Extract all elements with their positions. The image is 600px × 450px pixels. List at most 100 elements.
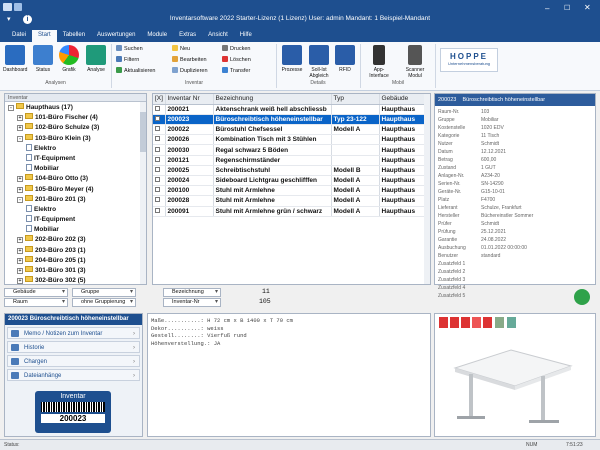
- menu-ansicht[interactable]: Ansicht: [202, 30, 234, 42]
- tree-node[interactable]: +301-Büro 301 (3): [8, 266, 146, 276]
- expand-icon[interactable]: +: [17, 186, 23, 193]
- menu-datei[interactable]: Datei: [6, 30, 32, 42]
- close-icon[interactable]: ✕: [584, 3, 591, 12]
- tab-historie[interactable]: Historie: [7, 341, 140, 354]
- collapse-icon[interactable]: -: [17, 196, 23, 203]
- tree-node[interactable]: +104-Büro Otto (3): [8, 174, 146, 184]
- table-row[interactable]: 200091 Stuhl mit Armlehne grün / schwarz M…: [153, 206, 427, 217]
- expand-icon[interactable]: +: [17, 125, 23, 132]
- tree-node[interactable]: +105-Büro Meyer (4): [8, 184, 146, 195]
- row-checkbox[interactable]: [153, 165, 166, 177]
- row-checkbox[interactable]: [153, 206, 166, 217]
- group-combo-ohne[interactable]: ohne Gruppierung: [72, 298, 136, 307]
- drucken-button[interactable]: Drucken: [222, 45, 250, 52]
- filtern-button[interactable]: Filtern: [116, 56, 139, 63]
- collapse-icon[interactable]: -: [17, 135, 23, 142]
- tab-dateianhaenge[interactable]: Dateianhänge: [7, 369, 140, 382]
- grafik-button[interactable]: Grafik: [58, 45, 80, 73]
- image-file-icon[interactable]: [495, 317, 504, 328]
- table-row[interactable]: 200024 Sideboard Lichtgrau geschlifffen Mo…: [153, 175, 427, 187]
- table-row[interactable]: 200021 Aktenschrank weiß hell abschliessb…: [153, 104, 427, 115]
- tab-memo[interactable]: Memo / Notizen zum Inventar: [7, 327, 140, 340]
- menu-hilfe[interactable]: Hilfe: [234, 30, 258, 42]
- rfid-button[interactable]: RFID: [334, 45, 356, 73]
- col-header-check[interactable]: [X]: [153, 94, 166, 105]
- table-row[interactable]: 200025 Schreibtischstuhl Modell B Haupthaus: [153, 165, 427, 177]
- expand-icon[interactable]: +: [17, 278, 23, 285]
- menu-tabellen[interactable]: Tabellen: [57, 30, 91, 42]
- row-checkbox[interactable]: [153, 195, 166, 207]
- collapse-icon[interactable]: -: [8, 105, 14, 111]
- menu-module[interactable]: Module: [141, 30, 173, 42]
- expand-icon[interactable]: +: [17, 268, 23, 274]
- tree-node[interactable]: - 201-Büro 201 (3): [8, 194, 146, 205]
- sort-combo-inventar-nr[interactable]: Inventar-Nr: [163, 298, 221, 307]
- menu-extras[interactable]: Extras: [173, 30, 202, 42]
- tree-node[interactable]: +202-Büro 202 (3): [8, 235, 146, 245]
- expand-icon[interactable]: +: [17, 257, 23, 264]
- expand-icon[interactable]: +: [17, 247, 23, 254]
- suchen-button[interactable]: Suchen: [116, 45, 143, 52]
- pdf-icon[interactable]: [450, 317, 459, 328]
- prozesse-button[interactable]: Prozesse: [280, 45, 304, 73]
- user-status-icon[interactable]: [574, 289, 590, 305]
- group-combo-raum[interactable]: Raum: [4, 298, 68, 307]
- tree-node[interactable]: IT-Equipment: [8, 153, 146, 164]
- soll-ist-button[interactable]: Soll-Ist Abgleich: [307, 45, 331, 79]
- row-checkbox[interactable]: [153, 175, 166, 187]
- table-row[interactable]: 200121 Regenschirmständer Haupthaus: [153, 155, 427, 166]
- tree-node[interactable]: +204-Büro 205 (1): [8, 255, 146, 266]
- table-row[interactable]: 200022 Bürostuhl Chefsessel Modell A Haupth…: [153, 124, 427, 136]
- transfer-button[interactable]: Transfer: [222, 67, 250, 74]
- tree-node[interactable]: - 103-Büro Klein (3): [8, 133, 146, 144]
- table-row[interactable]: 200023 Büroschreibtisch höheneinstellbar T…: [153, 114, 427, 126]
- tree-node[interactable]: +102-Büro Schulze (3): [8, 123, 146, 133]
- pdf-icon[interactable]: [461, 317, 470, 328]
- table-row[interactable]: 200100 Stuhl mit Armlehne Modell A Haupthau…: [153, 185, 427, 197]
- col-header-typ[interactable]: Typ: [331, 94, 380, 105]
- row-checkbox[interactable]: [153, 104, 166, 115]
- neu-button[interactable]: Neu: [172, 45, 190, 52]
- row-checkbox[interactable]: [153, 155, 166, 166]
- tree-node[interactable]: Elektro: [8, 204, 146, 215]
- qat-save-icon[interactable]: [14, 3, 22, 11]
- row-checkbox[interactable]: [153, 144, 166, 156]
- tree-node[interactable]: - Haupthaus (17): [8, 103, 146, 113]
- table-row[interactable]: 200028 Stuhl mit Armlehne Modell A Haupthau…: [153, 195, 427, 207]
- aktualisieren-button[interactable]: Aktualisieren: [116, 67, 156, 74]
- row-checkbox[interactable]: [153, 114, 166, 126]
- grid-scrollbar[interactable]: [424, 94, 430, 284]
- expand-icon[interactable]: +: [17, 115, 23, 122]
- tree-scrollbar[interactable]: [140, 102, 146, 284]
- pdf-icon[interactable]: [483, 317, 492, 328]
- app-interface-button[interactable]: App-Interface: [364, 45, 394, 79]
- tree-node[interactable]: +101-Büro Fischer (4): [8, 113, 146, 123]
- minimize-icon[interactable]: –: [545, 4, 549, 13]
- tree-node[interactable]: Mobiliar: [8, 225, 146, 235]
- group-combo-gruppe[interactable]: Gruppe: [72, 288, 136, 297]
- dashboard-button[interactable]: Dashboard: [3, 45, 27, 73]
- col-header-bezeichnung[interactable]: Bezeichnung: [213, 94, 332, 105]
- scanner-button[interactable]: Scanner Modul: [400, 45, 430, 79]
- maximize-icon[interactable]: ☐: [564, 4, 570, 12]
- table-row[interactable]: 200026 Kombination Tisch mit 3 Stühlen Hau…: [153, 134, 427, 146]
- expand-icon[interactable]: +: [17, 176, 23, 183]
- row-checkbox[interactable]: [153, 124, 166, 136]
- loeschen-button[interactable]: Löschen: [222, 56, 251, 63]
- tree-node[interactable]: +302-Büro 302 (5): [8, 276, 146, 286]
- tree-node[interactable]: +203-Büro 203 (1): [8, 245, 146, 256]
- col-header-inventar-nr[interactable]: Inventar Nr: [165, 94, 214, 105]
- expand-icon[interactable]: +: [17, 237, 23, 244]
- status-button[interactable]: Status: [32, 45, 54, 73]
- image-file-icon[interactable]: [507, 317, 516, 328]
- menu-start[interactable]: Start: [32, 30, 57, 42]
- pdf-icon[interactable]: [439, 317, 448, 328]
- tree-node[interactable]: Mobiliar: [8, 164, 146, 174]
- col-header-gebaeude[interactable]: Gebäude: [379, 94, 427, 105]
- analyse-button[interactable]: Analyse: [84, 45, 108, 73]
- tree-node[interactable]: Elektro: [8, 143, 146, 154]
- duplizieren-button[interactable]: Duplizieren: [172, 67, 208, 74]
- row-checkbox[interactable]: [153, 134, 166, 146]
- row-checkbox[interactable]: [153, 185, 166, 197]
- tree-node[interactable]: IT-Equipment: [8, 215, 146, 225]
